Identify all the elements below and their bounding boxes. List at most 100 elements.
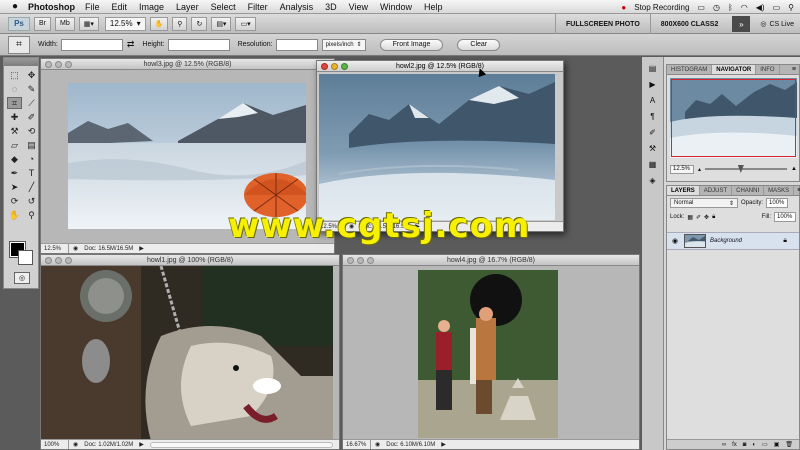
type-tool-icon[interactable]: T: [24, 167, 39, 179]
horizontal-scrollbar[interactable]: [149, 441, 333, 448]
blur-tool-icon[interactable]: ◆: [7, 153, 22, 165]
zoom-in-icon[interactable]: ▲: [791, 166, 797, 172]
brush-tool-icon[interactable]: ✐: [24, 111, 39, 123]
styles-panel-icon[interactable]: ◈: [647, 175, 659, 185]
panel-menu-icon[interactable]: ≡: [794, 186, 800, 195]
document-title-bar[interactable]: howl1.jpg @ 100% (RGB/8): [41, 255, 339, 266]
screen-icon[interactable]: ▭: [697, 3, 705, 12]
document-canvas[interactable]: [343, 266, 639, 439]
layer-name[interactable]: Background: [710, 238, 742, 244]
menu-view[interactable]: View: [349, 2, 368, 12]
shape-tool-icon[interactable]: ╱: [24, 181, 39, 193]
menu-image[interactable]: Image: [139, 2, 164, 12]
navigator-zoom-slider[interactable]: [705, 165, 788, 173]
gradient-tool-icon[interactable]: ▤: [24, 139, 39, 151]
layer-thumbnail[interactable]: [684, 234, 706, 248]
swatches-panel-icon[interactable]: ▦: [647, 159, 659, 169]
marquee-tool-icon[interactable]: ⬚: [7, 69, 22, 81]
status-menu-icon[interactable]: ◉: [73, 245, 78, 252]
close-icon[interactable]: [321, 63, 328, 70]
panel-menu-icon[interactable]: ≡: [789, 65, 799, 74]
character-panel-icon[interactable]: A: [647, 95, 659, 105]
tool-preset-picker[interactable]: ⌗: [8, 35, 30, 54]
new-adjustment-icon[interactable]: ◐: [752, 442, 756, 448]
3d-orbit-tool-icon[interactable]: ↺: [24, 195, 39, 207]
zoom-tool-icon[interactable]: ⚲: [24, 209, 39, 221]
new-layer-icon[interactable]: ▣: [774, 441, 780, 448]
move-tool-icon[interactable]: ✥: [24, 69, 39, 81]
document-title-bar[interactable]: howl4.jpg @ 16.7% (RGB/8): [343, 255, 639, 266]
eyedropper-tool-icon[interactable]: ⟋: [24, 97, 39, 109]
stop-recording[interactable]: Stop Recording: [634, 3, 689, 12]
zoom-level-select[interactable]: 12.5% ▾: [104, 16, 146, 31]
link-layers-icon[interactable]: ∞: [722, 442, 726, 448]
history-panel-icon[interactable]: ▤: [647, 63, 659, 73]
timemachine-icon[interactable]: ◷: [713, 3, 720, 12]
document-zoom-field[interactable]: 16.67%: [343, 440, 371, 449]
visibility-eye-icon[interactable]: ◉: [670, 236, 680, 246]
navigator-zoom-field[interactable]: 12.5%: [670, 164, 694, 174]
menu-select[interactable]: Select: [211, 2, 236, 12]
resolution-input[interactable]: [275, 38, 318, 51]
tab-histogram[interactable]: HISTOGRAM: [667, 65, 713, 74]
dodge-tool-icon[interactable]: ◔: [24, 153, 39, 165]
navigator-view-box[interactable]: [671, 79, 796, 157]
clone-source-panel-icon[interactable]: ⚒: [647, 143, 659, 153]
menu-filter[interactable]: Filter: [248, 2, 268, 12]
crop-tool-icon[interactable]: ⌗: [7, 97, 22, 109]
fill-input[interactable]: 100%: [774, 212, 796, 222]
menu-help[interactable]: Help: [424, 2, 443, 12]
wifi-icon[interactable]: ◠: [741, 3, 748, 12]
opacity-input[interactable]: 100%: [766, 198, 789, 208]
menu-layer[interactable]: Layer: [176, 2, 199, 12]
height-input[interactable]: [167, 38, 230, 51]
tools-panel-header[interactable]: [4, 58, 38, 66]
workspace-800x600-class2[interactable]: 800X600 CLASS2: [649, 14, 729, 34]
zoom-icon[interactable]: [65, 257, 72, 264]
spotlight-icon[interactable]: ⚲: [788, 3, 794, 12]
status-arrow-icon[interactable]: ▶: [139, 441, 144, 448]
menu-analysis[interactable]: Analysis: [280, 2, 314, 12]
close-icon[interactable]: [45, 61, 52, 68]
layer-row-background[interactable]: ◉ Background 🔒︎: [667, 232, 799, 250]
front-image-button[interactable]: Front Image: [379, 38, 444, 51]
history-brush-tool-icon[interactable]: ⟲: [24, 125, 39, 137]
arrange-documents-button[interactable]: ▤▾: [211, 16, 232, 31]
delete-layer-icon[interactable]: 🗑︎: [785, 441, 793, 448]
cs-live-button[interactable]: ◎ CS Live: [754, 20, 800, 29]
app-menu[interactable]: Photoshop: [28, 2, 75, 12]
blend-mode-select[interactable]: Normal ⇕: [670, 198, 738, 208]
mini-bridge-button[interactable]: Mb: [55, 16, 75, 31]
lock-position-icon[interactable]: ✥: [704, 214, 709, 221]
group-with-dog-photo[interactable]: [418, 270, 558, 438]
menu-file[interactable]: File: [85, 2, 100, 12]
healing-brush-tool-icon[interactable]: ✚: [7, 111, 22, 123]
tab-layers[interactable]: LAYERS: [667, 186, 700, 195]
actions-panel-icon[interactable]: ▶: [647, 79, 659, 89]
lock-transparent-icon[interactable]: ▦: [687, 214, 693, 221]
glacier-landscape-photo[interactable]: [319, 74, 555, 220]
minimize-icon[interactable]: [55, 61, 62, 68]
paragraph-panel-icon[interactable]: ¶: [647, 111, 659, 121]
document-window-howl1[interactable]: howl1.jpg @ 100% (RGB/8) 100% ◉ Doc: 1.0…: [40, 254, 340, 450]
volume-icon[interactable]: ◀): [756, 3, 765, 12]
workspace-fullscreen-photo[interactable]: FULLSCREEN PHOTO: [555, 14, 650, 34]
resolution-unit-select[interactable]: pixels/inch ⇕: [321, 38, 366, 51]
document-window-howl4[interactable]: howl4.jpg @ 16.7% (RGB/8) 16.67% ◉ Doc: …: [342, 254, 640, 450]
husky-photo[interactable]: [41, 266, 333, 441]
minimize-icon[interactable]: [331, 63, 338, 70]
tab-info[interactable]: INFO: [756, 65, 780, 74]
tab-adjustments[interactable]: ADJUST: [700, 186, 733, 195]
document-zoom-field[interactable]: 12.5%: [41, 244, 69, 253]
menu-edit[interactable]: Edit: [112, 2, 128, 12]
swap-dimensions-icon[interactable]: ⇄: [127, 39, 135, 50]
path-select-tool-icon[interactable]: ➤: [7, 181, 22, 193]
3d-rotate-tool-icon[interactable]: ⟳: [7, 195, 22, 207]
lock-all-icon[interactable]: 🔒︎: [712, 214, 715, 221]
minimize-icon[interactable]: [357, 257, 364, 264]
bridge-button[interactable]: Br: [34, 16, 51, 31]
minimize-icon[interactable]: [55, 257, 62, 264]
more-workspaces-button[interactable]: »: [732, 16, 751, 32]
status-menu-icon[interactable]: ◉: [375, 441, 380, 448]
clone-stamp-tool-icon[interactable]: ⚒: [7, 125, 22, 137]
